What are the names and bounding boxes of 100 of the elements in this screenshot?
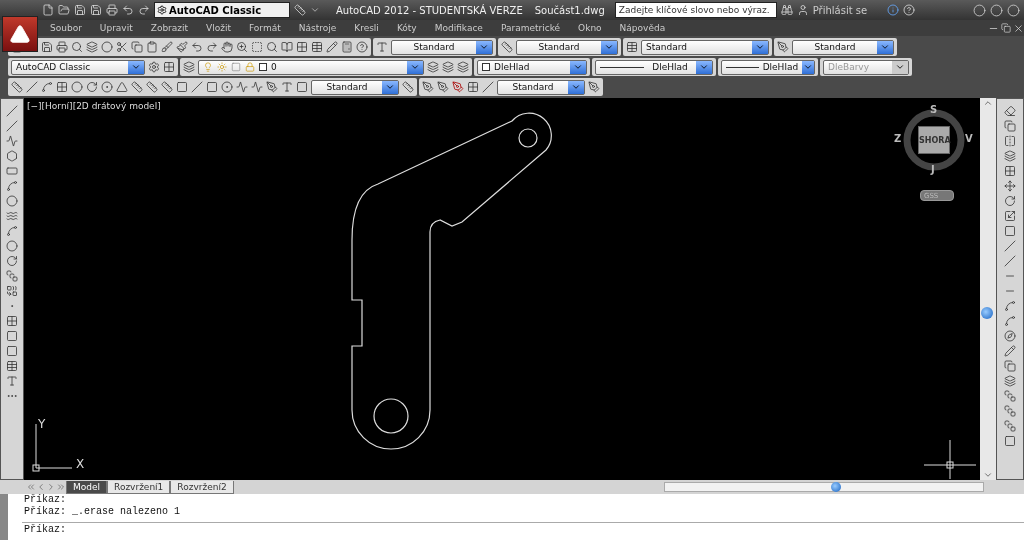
scroll-thumb[interactable] [981,307,993,319]
layer-icon[interactable] [1004,375,1016,387]
table-style-icon[interactable] [626,41,638,53]
dimension-style-dropdown[interactable]: Standard [516,39,618,55]
multileader-style-dropdown[interactable]: Standard [497,79,585,95]
application-menu-button[interactable] [2,16,38,52]
workspace-dropdown[interactable]: AutoCAD Classic [154,2,290,18]
text-style-dropdown[interactable]: Standard [391,39,493,55]
new-file-icon[interactable] [42,4,54,16]
circle-icon[interactable] [6,195,18,207]
paste-icon[interactable] [146,41,158,53]
scroll-thumb[interactable] [830,482,841,492]
table-icon[interactable] [311,41,323,53]
edit-icon[interactable] [1004,345,1016,357]
close-icon[interactable] [1007,3,1020,17]
printer-icon[interactable] [106,4,118,16]
table-icon[interactable] [6,360,18,372]
horizontal-scrollbar[interactable] [663,482,984,492]
layer-dropdown[interactable]: 0 [198,59,424,75]
command-input[interactable]: Příkaz: [22,522,1024,536]
line-sample [726,66,759,68]
workspace-dropdown[interactable]: AutoCAD Classic [11,59,145,75]
paintbrush-icon[interactable] [176,41,188,53]
layout-tab[interactable]: Model [66,480,108,494]
restore-icon[interactable] [1001,23,1011,33]
erase-icon[interactable] [1004,105,1016,117]
viewport-control[interactable]: [−] [27,101,42,111]
command-history-line: Příkaz: _.erase nalezeno 1 [23,506,182,518]
printer-icon[interactable] [56,41,68,53]
grid-icon[interactable] [163,61,175,73]
pan-icon[interactable] [221,41,233,53]
maximize-icon[interactable] [990,3,1003,17]
linetype-dropdown[interactable]: DleHlad [595,59,713,75]
copy-icon[interactable] [1004,120,1016,132]
caret-icon[interactable] [310,5,320,15]
polygon-icon[interactable] [6,150,18,162]
rotate-icon[interactable] [1004,195,1016,207]
menu-item[interactable]: Zobrazit [142,23,197,33]
text-icon[interactable] [6,375,18,387]
menu-item[interactable]: Nápověda [611,23,674,33]
redo-icon[interactable] [138,4,150,16]
search-field[interactable]: Zadejte klíčové slovo nebo výraz. [614,2,777,18]
copy-object-icon[interactable] [1004,360,1016,372]
save-icon[interactable] [41,41,53,53]
menu-item[interactable]: Vložit [198,23,239,33]
brush-icon[interactable] [161,41,173,53]
open-folder-icon[interactable] [58,4,70,16]
line-icon[interactable] [6,105,18,117]
undo-icon[interactable] [122,4,134,16]
menu-item[interactable]: Parametrické [492,23,569,33]
layer-previous-icon[interactable] [442,61,454,73]
move-icon[interactable] [1004,180,1016,192]
user-icon[interactable] [796,4,809,16]
pencil-icon[interactable] [326,41,338,53]
scroll-up-icon[interactable] [983,98,993,108]
undo-icon[interactable] [191,41,203,53]
layer-match-icon[interactable] [457,61,469,73]
help-icon[interactable] [356,41,368,53]
scale-icon[interactable] [1004,210,1016,222]
info-icon[interactable] [886,4,899,16]
menu-item[interactable]: Modifikace [426,23,491,33]
redo-icon[interactable] [206,41,218,53]
menu-item[interactable]: Kresli [346,23,387,33]
settings-icon[interactable] [148,61,160,73]
layers-icon[interactable] [86,41,98,53]
circle-icon[interactable] [101,41,113,53]
zoom-icon[interactable] [236,41,248,53]
color-dropdown[interactable]: DleHlad [477,59,587,75]
command-history-line: Příkaz: [23,494,67,506]
menu-item[interactable]: Soubor [42,23,90,33]
menu-item[interactable]: Nástroje [290,23,345,33]
menu-item[interactable]: Okno [570,23,610,33]
rectangle-icon[interactable] [6,165,18,177]
save-as-icon[interactable] [90,4,102,16]
menu-item[interactable]: Upravit [91,23,141,33]
text-style-icon[interactable] [376,41,388,53]
grid-icon[interactable] [296,41,308,53]
mirror-icon[interactable] [1004,135,1016,147]
menu-item[interactable]: Kóty [388,23,425,33]
vertical-scrollbar[interactable] [980,98,996,480]
binoculars-icon[interactable] [780,4,793,16]
layer-state-icon[interactable] [427,61,439,73]
viewport-control[interactable]: [2D drátový model] [72,101,161,111]
table-style-dropdown[interactable]: Standard [641,39,769,55]
cut-icon[interactable] [116,41,128,53]
scroll-down-icon[interactable] [983,470,993,480]
viewport-control[interactable]: [Horní] [41,101,73,111]
layers-icon[interactable] [183,61,195,73]
zoom-window-icon[interactable] [251,41,263,53]
multileader-style-dropdown[interactable]: Standard [792,39,894,55]
lineweight-dropdown[interactable]: DleHlad [721,59,815,75]
layout-tab[interactable]: Rozvržení1 [107,480,171,494]
menu-item[interactable]: Formát [241,23,289,33]
close-icon[interactable] [1013,22,1024,34]
dimension-style-dropdown[interactable]: Standard [311,79,399,95]
layout-tab[interactable]: Rozvržení2 [170,480,234,494]
revision-cloud-icon[interactable] [6,210,18,222]
minimize-icon[interactable] [973,3,986,17]
sign-in-button[interactable]: Přihlásit se [812,4,883,16]
copy-icon[interactable] [131,41,143,53]
